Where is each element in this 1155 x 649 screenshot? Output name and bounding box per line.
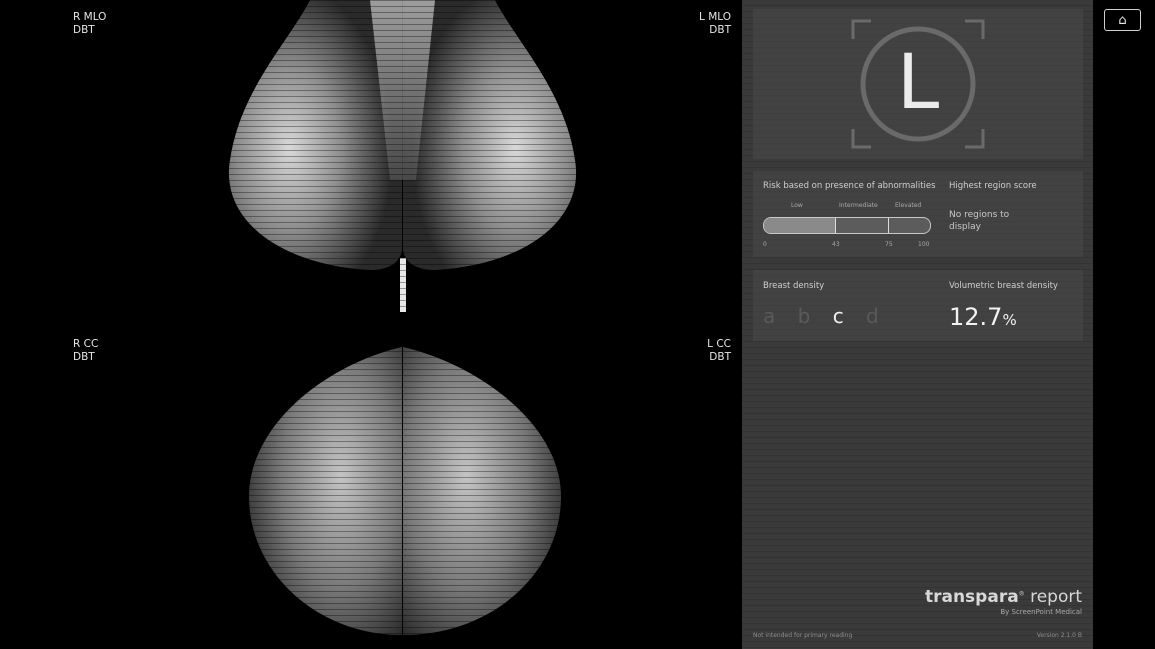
mlo-mammogram-image: [220, 0, 585, 315]
risk-tick-75: 75: [885, 241, 893, 248]
view-label-line: DBT: [709, 351, 731, 363]
mammogram-viewer: R MLO DBT L MLO DBT R CC DBT L CC DBT: [0, 0, 742, 649]
view-label-r-cc: R CC DBT: [73, 338, 98, 364]
risk-title: Risk based on presence of abnormalities: [763, 181, 936, 191]
risk-divider-43: [835, 218, 836, 233]
view-label-l-mlo: L MLO DBT: [699, 11, 731, 37]
view-label-line: DBT: [73, 24, 95, 36]
density-letter-d: d: [866, 304, 887, 328]
risk-zone-low: Low: [791, 202, 803, 209]
brand-suffix: report: [1024, 587, 1082, 607]
laterality-letter: L: [896, 37, 940, 126]
risk-tick-100: 100: [918, 241, 930, 248]
brand-byline: By ScreenPoint Medical: [1000, 608, 1082, 616]
view-label-line: DBT: [73, 351, 95, 363]
home-button[interactable]: ⌂: [1104, 9, 1141, 31]
volumetric-density-value: 12.7%: [949, 303, 1017, 331]
risk-zone-elevated: Elevated: [895, 202, 922, 209]
laterality-card: L: [753, 9, 1083, 159]
view-label-l-cc: L CC DBT: [707, 338, 731, 364]
view-label-line: L CC: [707, 338, 731, 350]
density-letter-b: b: [797, 304, 819, 328]
density-letter-a: a: [763, 304, 784, 328]
view-label-line: R CC: [73, 338, 99, 350]
risk-score-bar: [763, 217, 931, 234]
cc-mammogram-image: [245, 345, 565, 640]
region-title: Highest region score: [949, 181, 1037, 191]
volumetric-number: 12.7: [949, 303, 1003, 331]
risk-score-fill: [764, 218, 836, 233]
density-letter-c: c: [832, 304, 852, 328]
volumetric-title: Volumetric breast density: [949, 281, 1058, 291]
risk-zone-intermediate: Intermediate: [839, 202, 878, 209]
risk-card: Risk based on presence of abnormalities …: [753, 171, 1083, 257]
risk-tick-0: 0: [763, 241, 767, 248]
risk-tick-43: 43: [832, 241, 840, 248]
risk-divider-75: [888, 218, 889, 233]
view-label-line: DBT: [709, 24, 731, 36]
density-title: Breast density: [763, 281, 825, 291]
density-card: Breast density Volumetric breast density…: [753, 270, 1083, 341]
no-regions-message: No regions to display: [949, 210, 1010, 232]
view-label-line: L MLO: [699, 11, 731, 23]
transpara-report-panel: L Risk based on presence of abnormalitie…: [742, 0, 1093, 649]
disclaimer-text: Not intended for primary reading: [753, 632, 853, 639]
home-icon: ⌂: [1118, 12, 1127, 28]
transpara-logo: transpara® report By ScreenPoint Medical: [925, 587, 1082, 616]
volumetric-unit: %: [1002, 311, 1017, 329]
view-label-r-mlo: R MLO DBT: [73, 11, 106, 37]
view-label-line: R MLO: [73, 11, 107, 23]
version-text: Version 2.1.0 B: [1036, 632, 1082, 639]
density-category-list: a b c d: [763, 304, 887, 328]
brand-name: transpara: [924, 587, 1019, 607]
